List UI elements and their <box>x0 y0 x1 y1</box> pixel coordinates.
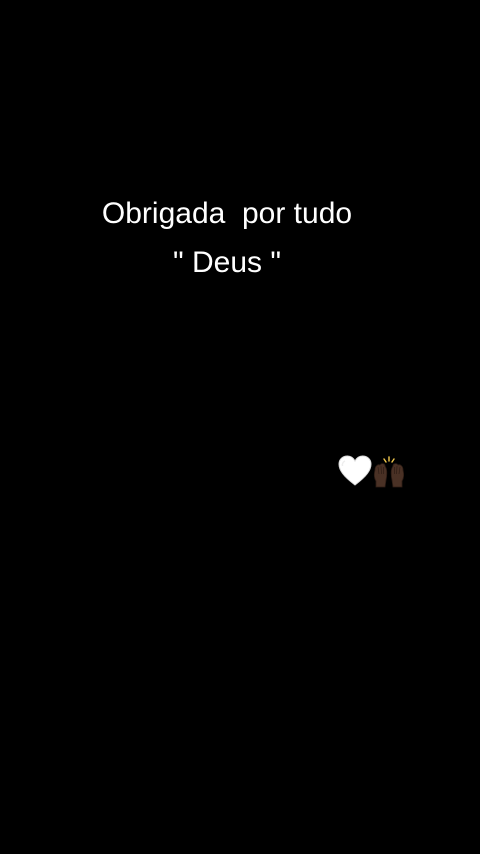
caption-line-2: " Deus " <box>172 246 281 279</box>
emoji-sticker <box>338 455 410 489</box>
raising-hands-icon <box>373 456 405 488</box>
story-screen: Obrigada por tudo " Deus " <box>0 0 480 854</box>
white-heart-icon <box>338 455 372 486</box>
caption-line-1: Obrigada por tudo <box>101 197 353 230</box>
